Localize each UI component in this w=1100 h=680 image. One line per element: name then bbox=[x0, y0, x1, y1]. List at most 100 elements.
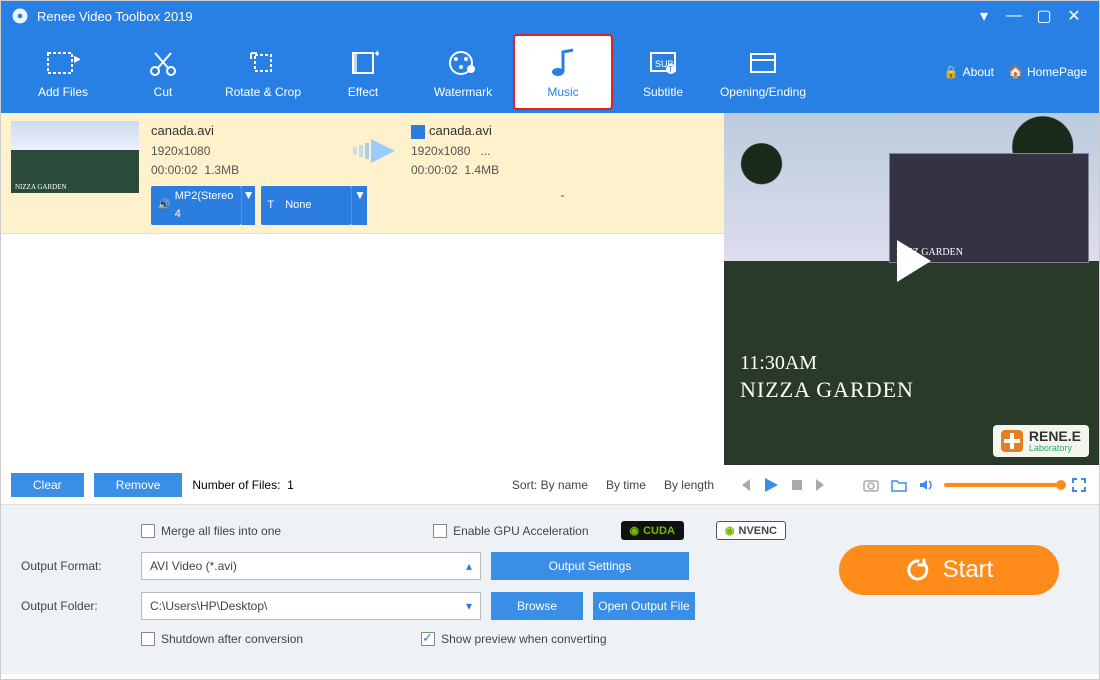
output-file-info: canada.avi 1920x1080 ... 00:00:02 1.4MB … bbox=[411, 121, 714, 205]
svg-text:✦: ✦ bbox=[373, 49, 379, 60]
app-logo-icon bbox=[11, 7, 29, 25]
video-thumbnail: NIZZA GARDEN bbox=[11, 121, 139, 193]
gpu-checkbox[interactable]: Enable GPU Acceleration bbox=[433, 524, 588, 538]
watermark-icon bbox=[413, 45, 513, 81]
volume-slider[interactable] bbox=[944, 483, 1061, 487]
audio-codec-dropdown[interactable]: ▼ bbox=[241, 186, 256, 225]
brand-watermark: RENE.E Laboratory bbox=[993, 425, 1089, 457]
add-files-icon: ▸ bbox=[13, 45, 113, 81]
nvenc-badge: ◉NVENC bbox=[716, 521, 786, 540]
gpu-label: Enable GPU Acceleration bbox=[453, 524, 588, 538]
preview-time-overlay: 11:30AM bbox=[740, 352, 817, 375]
tool-add-files[interactable]: ▸ Add Files bbox=[13, 39, 113, 105]
subtitle-tag[interactable]: T None bbox=[261, 186, 351, 225]
play-overlay-icon[interactable] bbox=[885, 234, 939, 288]
output-resolution: 1920x1080 bbox=[411, 144, 470, 158]
file-count-label: Number of Files: 1 bbox=[192, 478, 293, 492]
output-format-value: AVI Video (*.avi) bbox=[150, 559, 237, 573]
window-title: Renee Video Toolbox 2019 bbox=[37, 9, 969, 24]
next-button[interactable] bbox=[814, 477, 830, 493]
input-size: 1.3MB bbox=[204, 163, 239, 177]
dropdown-icon[interactable]: ▾ bbox=[969, 6, 999, 26]
prev-button[interactable] bbox=[736, 477, 752, 493]
subtitle-dropdown[interactable]: ▼ bbox=[351, 186, 367, 225]
play-button[interactable] bbox=[762, 476, 780, 494]
sort-label: Sort: By name bbox=[512, 478, 588, 492]
tool-music[interactable]: Music bbox=[513, 34, 613, 110]
sort-by-name[interactable]: By name bbox=[541, 478, 588, 492]
output-ext: ... bbox=[480, 144, 490, 158]
arrow-icon bbox=[341, 137, 411, 165]
chevron-up-icon: ▴ bbox=[466, 559, 472, 573]
fullscreen-button[interactable] bbox=[1071, 477, 1087, 493]
player-controls bbox=[724, 465, 1099, 505]
home-icon: 🏠 bbox=[1008, 65, 1023, 79]
maximize-button[interactable]: ▢ bbox=[1029, 6, 1059, 26]
audio-codec-tag[interactable]: 🔊MP2(Stereo 4 bbox=[151, 186, 241, 225]
clear-button[interactable]: Clear bbox=[11, 473, 84, 497]
file-row[interactable]: NIZZA GARDEN canada.avi 1920x1080 00:00:… bbox=[1, 113, 724, 234]
close-button[interactable]: ✕ bbox=[1059, 6, 1089, 26]
brand-cross-icon bbox=[1001, 430, 1023, 452]
tool-subtitle[interactable]: SUBT Subtitle bbox=[613, 39, 713, 105]
volume-icon[interactable] bbox=[918, 477, 934, 493]
snapshot-button[interactable] bbox=[862, 477, 880, 493]
output-format-select[interactable]: AVI Video (*.avi) ▴ bbox=[141, 552, 481, 580]
file-count: 1 bbox=[287, 478, 294, 492]
tool-label: Add Files bbox=[13, 85, 113, 99]
tool-label: Effect bbox=[313, 85, 413, 99]
output-dash: - bbox=[411, 186, 714, 205]
video-preview[interactable]: NIZZ GARDEN 11:30AM NIZZA GARDEN RENE.E … bbox=[724, 113, 1099, 465]
tool-label: Opening/Ending bbox=[713, 85, 813, 99]
tool-effect[interactable]: ✦ Effect bbox=[313, 39, 413, 105]
tool-cut[interactable]: Cut bbox=[113, 39, 213, 105]
sort-by-time[interactable]: By time bbox=[606, 478, 646, 492]
output-folder-label: Output Folder: bbox=[21, 599, 131, 613]
merge-checkbox[interactable]: Merge all files into one bbox=[141, 524, 281, 538]
thumb-overlay-text: NIZZA GARDEN bbox=[15, 183, 67, 191]
tool-label: Watermark bbox=[413, 85, 513, 99]
subtitle-t-icon: T bbox=[267, 197, 274, 215]
homepage-link[interactable]: 🏠 HomePage bbox=[1008, 65, 1087, 79]
input-file-info: canada.avi 1920x1080 00:00:02 1.3MB 🔊MP2… bbox=[151, 121, 341, 225]
crop-icon bbox=[213, 45, 313, 81]
show-preview-checkbox[interactable]: Show preview when converting bbox=[421, 632, 606, 646]
svg-text:▸: ▸ bbox=[74, 50, 80, 66]
input-duration: 00:00:02 bbox=[151, 163, 198, 177]
tool-rotate-crop[interactable]: Rotate & Crop bbox=[213, 39, 313, 105]
tool-label: Subtitle bbox=[613, 85, 713, 99]
subtitle-icon: SUBT bbox=[613, 45, 713, 81]
speaker-icon: 🔊 bbox=[157, 197, 171, 215]
tool-label: Rotate & Crop bbox=[213, 85, 313, 99]
start-button[interactable]: Start bbox=[839, 545, 1059, 595]
stop-button[interactable] bbox=[790, 478, 804, 492]
opening-ending-icon bbox=[713, 45, 813, 81]
open-folder-icon[interactable] bbox=[890, 477, 908, 493]
start-label: Start bbox=[943, 556, 994, 584]
output-folder-select[interactable]: C:\Users\HP\Desktop\ ▾ bbox=[141, 592, 481, 620]
browse-button[interactable]: Browse bbox=[491, 592, 583, 620]
homepage-label: HomePage bbox=[1027, 65, 1087, 79]
lock-icon: 🔒 bbox=[944, 65, 959, 79]
tool-opening-ending[interactable]: Opening/Ending bbox=[713, 39, 813, 105]
sort-by-length[interactable]: By length bbox=[664, 478, 714, 492]
edit-icon[interactable] bbox=[411, 125, 425, 139]
tool-watermark[interactable]: Watermark bbox=[413, 39, 513, 105]
tool-label: Cut bbox=[113, 85, 213, 99]
about-label: About bbox=[963, 65, 994, 79]
brand-sub: Laboratory bbox=[1029, 443, 1081, 453]
minimize-button[interactable]: ― bbox=[999, 7, 1029, 25]
input-resolution: 1920x1080 bbox=[151, 144, 210, 158]
bottom-panel: Merge all files into one Enable GPU Acce… bbox=[1, 505, 1099, 674]
output-format-label: Output Format: bbox=[21, 559, 131, 573]
about-link[interactable]: 🔒 About bbox=[944, 65, 994, 79]
output-settings-button[interactable]: Output Settings bbox=[491, 552, 689, 580]
cuda-badge: ◉CUDA bbox=[621, 521, 684, 540]
open-output-button[interactable]: Open Output File bbox=[593, 592, 695, 620]
input-filename: canada.avi bbox=[151, 121, 341, 142]
remove-button[interactable]: Remove bbox=[94, 473, 183, 497]
refresh-icon bbox=[905, 557, 931, 583]
shutdown-checkbox[interactable]: Shutdown after conversion bbox=[141, 632, 303, 646]
main-toolbar: ▸ Add Files Cut Rotate & Crop ✦ Effect W… bbox=[1, 31, 1099, 113]
output-size: 1.4MB bbox=[464, 163, 499, 177]
